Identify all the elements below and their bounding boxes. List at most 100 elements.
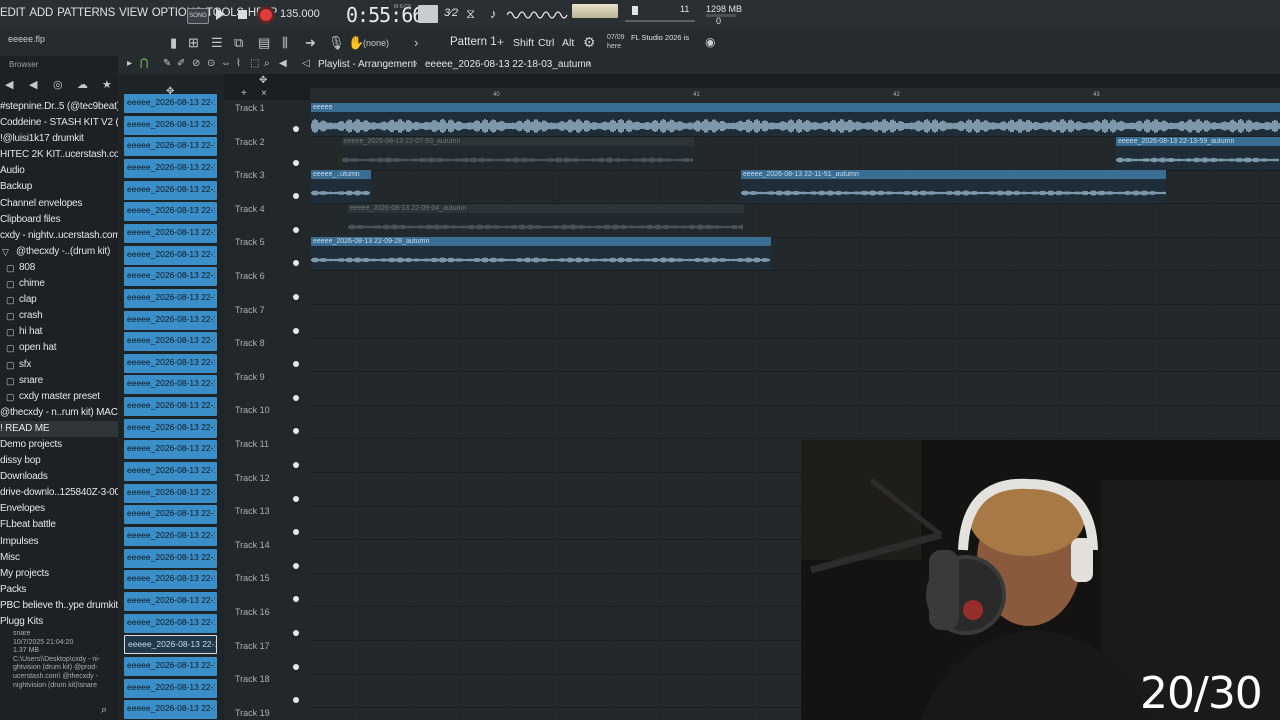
browser-item[interactable]: cxdy - nightv..ucerstash.com: [0, 228, 118, 244]
audio-clip[interactable]: eeeee_2026-08-13 22-13-59_autumn: [1116, 136, 1280, 170]
browser-item[interactable]: ▢ hi hat: [0, 324, 118, 340]
track-mute-led[interactable]: [293, 562, 299, 569]
microphone-icon[interactable]: 🎙: [328, 35, 345, 51]
picker-clip[interactable]: eeeee_2026-08-13 22-1...: [124, 288, 217, 308]
chevron-down-icon[interactable]: ›: [587, 58, 590, 69]
resize-icon[interactable]: ✥: [259, 75, 267, 86]
track-name[interactable]: Track 11: [235, 439, 269, 449]
picker-clip[interactable]: eeeee_2026-08-13 22-1...: [124, 483, 217, 503]
track-name[interactable]: Track 6: [235, 271, 265, 281]
master-pitch-track[interactable]: [625, 20, 695, 22]
browser-item[interactable]: ▢ crash: [0, 308, 118, 324]
song-mode-toggle[interactable]: SONG: [187, 8, 209, 24]
timeline-ruler[interactable]: [310, 88, 1280, 102]
picker-clip[interactable]: eeeee_2026-08-13 22-1...: [124, 353, 217, 373]
audio-clip[interactable]: eeeee_2026-08-13 22-09-04_autumn: [348, 203, 744, 237]
track-mute-led[interactable]: [293, 327, 299, 334]
browser-item[interactable]: ▢ snare: [0, 373, 118, 389]
paint-tool-icon[interactable]: ✐: [177, 58, 185, 69]
browser-item[interactable]: ▢ sfx: [0, 357, 118, 373]
arrangement-name[interactable]: eeeee_2026-08-13 22-18-03_autumn: [425, 59, 591, 70]
slice-tool-icon[interactable]: ⌇: [236, 58, 241, 69]
browser-item[interactable]: Clipboard files: [0, 212, 118, 228]
select-tool-icon[interactable]: ⬚: [250, 58, 259, 69]
tempo-display[interactable]: 135.000: [280, 8, 320, 20]
picker-clip[interactable]: eeeee_2026-08-13 22-1...: [124, 94, 217, 113]
record-icon[interactable]: [257, 6, 275, 24]
browser-item[interactable]: Packs: [0, 582, 118, 598]
track-name[interactable]: Track 17: [235, 641, 270, 651]
picker-clip[interactable]: eeeee_2026-08-13 22-1...: [124, 180, 217, 200]
picker-clip[interactable]: eeeee_2026-08-13 22-1...: [124, 462, 217, 482]
browser-item[interactable]: HITEC 2K KIT..ucerstash.com: [0, 147, 118, 163]
audio-clip[interactable]: eeeee_..utumn: [311, 170, 371, 204]
browser-item[interactable]: Misc: [0, 550, 118, 566]
track-mute-led[interactable]: [293, 294, 299, 300]
browser-item[interactable]: My projects: [0, 566, 118, 582]
menu-add[interactable]: ADD: [29, 7, 53, 19]
playlist-menu-icon[interactable]: ▸: [127, 58, 132, 69]
picker-clip[interactable]: eeeee_2026-08-13 22-1...: [124, 613, 217, 633]
play-icon[interactable]: [216, 8, 225, 20]
back-icon[interactable]: ◀: [5, 78, 13, 91]
star-icon[interactable]: ★: [102, 78, 112, 91]
picker-clip[interactable]: eeeee_2026-08-13 22-1...: [124, 267, 217, 287]
track-mute-led[interactable]: [293, 630, 299, 636]
search-icon[interactable]: ⌕: [101, 704, 107, 717]
browser-item[interactable]: @thecxdy - n..rum kit) MAC: [0, 405, 118, 421]
track-name[interactable]: Track 15: [235, 573, 270, 583]
browser-item[interactable]: ▢ clap: [0, 292, 118, 308]
browser-item[interactable]: ▢ cxdy master preset: [0, 389, 118, 405]
browser-item[interactable]: Impulses: [0, 534, 118, 550]
master-volume-slider[interactable]: [632, 6, 638, 15]
browser-item[interactable]: drive-downlo..125840Z-3-001: [0, 485, 118, 501]
picker-clip[interactable]: eeeee_2026-08-13 22-1...: [124, 158, 217, 178]
mute-tool-icon[interactable]: ⊙: [207, 58, 215, 69]
alt-key[interactable]: Alt: [562, 37, 574, 49]
track-name[interactable]: Track 3: [235, 170, 265, 180]
browser-item[interactable]: #stepnine.Dr..5 (@tec9beat): [0, 99, 118, 115]
cloud-icon[interactable]: ☁: [77, 78, 88, 91]
track-mute-led[interactable]: [293, 462, 299, 468]
arrow-icon[interactable]: ➜: [305, 35, 316, 51]
picker-clip[interactable]: eeeee_2026-08-13 22-1...: [124, 635, 217, 655]
slip-tool-icon[interactable]: ⇔: [221, 58, 231, 69]
browser-item[interactable]: !@luisi1k17 drumkit: [0, 131, 118, 147]
browser-item[interactable]: Audio: [0, 163, 118, 179]
track-name[interactable]: Track 18: [235, 674, 270, 684]
audio-clip[interactable]: eeeee_2026-08-13 22-09-28_autumn: [311, 237, 771, 271]
picker-clip[interactable]: eeeee_2026-08-13 22-1...: [124, 548, 217, 568]
picker-clip[interactable]: eeeee_2026-08-13 22-1...: [124, 115, 217, 135]
track-mute-led[interactable]: [293, 226, 299, 233]
magnet-icon[interactable]: ⋂: [140, 58, 148, 69]
audio-clip[interactable]: eeeee_2026-08-13 22-11-51_autumn: [741, 170, 1166, 204]
picker-clip[interactable]: eeeee_2026-08-13 22-1...: [124, 375, 217, 395]
track-mute-led[interactable]: [293, 126, 299, 132]
remove-track-icon[interactable]: ×: [261, 88, 267, 99]
track-name[interactable]: Track 19: [235, 708, 270, 718]
browser-item[interactable]: ! READ ME: [0, 420, 118, 437]
track-name[interactable]: Track 7: [235, 305, 265, 315]
zoom-tool-icon[interactable]: ⌕: [264, 58, 270, 69]
add-pattern-button[interactable]: +: [497, 35, 504, 49]
browser-item[interactable]: Channel envelopes: [0, 196, 118, 212]
browser-item[interactable]: dissy bop: [0, 453, 118, 469]
view-icon[interactable]: ◎: [53, 78, 63, 91]
draw-tool-icon[interactable]: ✎: [163, 58, 171, 69]
browser-item[interactable]: ▢ 808: [0, 260, 118, 276]
picker-clip[interactable]: eeeee_2026-08-13 22-1...: [124, 418, 217, 438]
picker-clip[interactable]: eeeee_2026-08-13 22-1...: [124, 397, 217, 417]
menu-patterns[interactable]: PATTERNS: [57, 7, 115, 19]
track-mute-led[interactable]: [293, 495, 299, 502]
playback-tool-icon[interactable]: ◀: [279, 58, 287, 69]
browser-item[interactable]: ▢ open hat: [0, 340, 118, 356]
song-time-display[interactable]: 0:55:66: [346, 3, 424, 27]
picker-clip[interactable]: eeeee_2026-08-13 22-1...: [124, 505, 217, 525]
browser-item[interactable]: FLbeat battle: [0, 517, 118, 533]
track-name[interactable]: Track 9: [235, 372, 265, 382]
channel-rack-icon[interactable]: ⧉: [234, 35, 243, 51]
snap-icon[interactable]: ▮: [170, 35, 177, 51]
menu-edit[interactable]: EDIT: [0, 7, 26, 19]
picker-clip[interactable]: eeeee_2026-08-13 22-1...: [124, 202, 217, 222]
browser-item[interactable]: Coddeine - STASH KIT V2 (: [0, 115, 118, 131]
